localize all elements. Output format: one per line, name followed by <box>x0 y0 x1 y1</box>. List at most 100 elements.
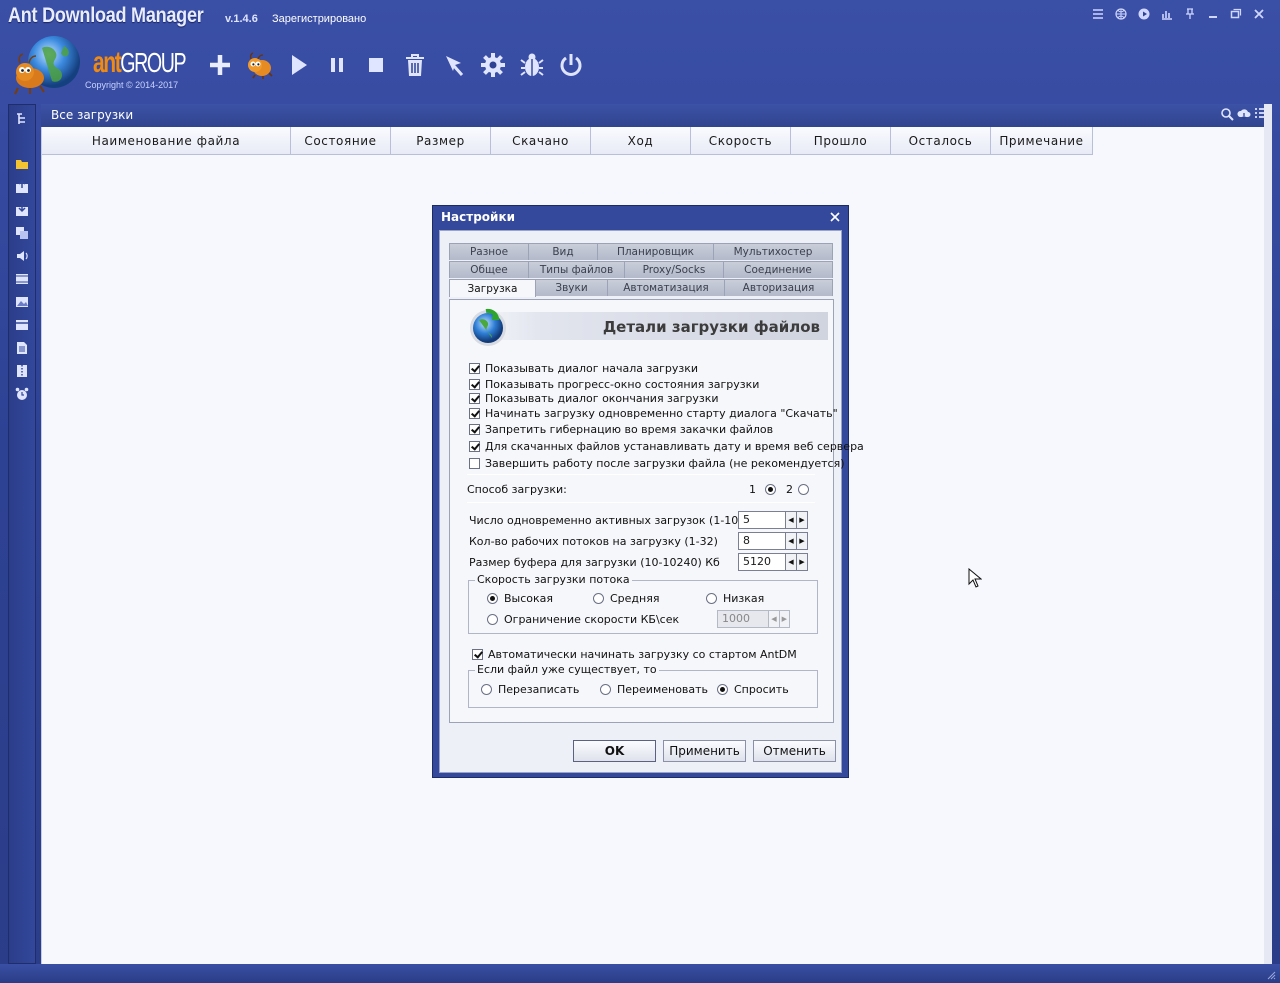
pin-icon[interactable] <box>1178 5 1201 23</box>
checkbox[interactable] <box>469 407 480 419</box>
box-down-icon[interactable] <box>13 201 31 219</box>
speed-limit-stepper[interactable]: 1000 ◀ ▶ <box>717 610 791 628</box>
active-downloads-value[interactable]: 5 <box>738 511 786 529</box>
checkbox[interactable] <box>472 648 483 660</box>
ant-mascot-button[interactable] <box>239 45 278 85</box>
document-icon[interactable] <box>13 339 31 357</box>
delete-button[interactable] <box>395 45 434 85</box>
column-status[interactable]: Состояние <box>291 127 391 155</box>
method-option-1[interactable]: 1 <box>749 483 782 496</box>
column-downloaded[interactable]: Скачано <box>491 127 591 155</box>
option-show-progress-window[interactable]: Показывать прогресс-окно состояния загру… <box>469 377 759 391</box>
option-start-with-dialog[interactable]: Начинать загрузку одновременно старту ди… <box>469 406 838 420</box>
column-remaining[interactable]: Осталось <box>891 127 991 155</box>
chart-icon[interactable] <box>1155 5 1178 23</box>
tab-sounds[interactable]: Звуки <box>535 279 608 296</box>
tab-view[interactable]: Вид <box>528 243 598 260</box>
add-download-button[interactable] <box>200 45 239 85</box>
checkbox[interactable] <box>469 378 480 390</box>
checkbox[interactable] <box>469 362 480 374</box>
box-up-icon[interactable] <box>13 178 31 196</box>
increment-arrow-icon[interactable]: ▶ <box>797 553 808 571</box>
settings-button[interactable] <box>473 45 512 85</box>
image-icon[interactable] <box>13 293 31 311</box>
bug-button[interactable] <box>512 45 551 85</box>
restore-icon[interactable] <box>1224 5 1247 23</box>
copy-icon[interactable] <box>13 224 31 242</box>
tab-multihoster[interactable]: Мультихостер <box>713 243 833 260</box>
tree-icon[interactable] <box>13 110 31 128</box>
decrement-arrow-icon[interactable]: ◀ <box>786 553 797 571</box>
film-icon[interactable] <box>13 316 31 334</box>
pause-button[interactable] <box>317 45 356 85</box>
cursor-tool-button[interactable] <box>434 45 473 85</box>
radio[interactable] <box>798 484 809 495</box>
tab-file-types[interactable]: Типы файлов <box>528 261 625 278</box>
video-icon[interactable] <box>13 270 31 288</box>
ask-option[interactable]: Спросить <box>717 683 789 696</box>
column-progress[interactable]: Ход <box>591 127 691 155</box>
option-show-finish-dialog[interactable]: Показывать диалог окончания загрузки <box>469 391 719 405</box>
power-button[interactable] <box>551 45 590 85</box>
decrement-arrow-icon[interactable]: ◀ <box>769 610 780 628</box>
radio[interactable] <box>487 614 498 625</box>
minimize-icon[interactable] <box>1201 5 1224 23</box>
buffer-size-value[interactable]: 5120 <box>738 553 786 571</box>
search-icon[interactable] <box>1220 107 1234 121</box>
threads-value[interactable]: 8 <box>738 532 786 550</box>
option-show-start-dialog[interactable]: Показывать диалог начала загрузки <box>469 361 698 375</box>
option-shutdown-after[interactable]: Завершить работу после загрузки файла (н… <box>469 456 844 470</box>
tab-scheduler[interactable]: Планировщик <box>597 243 714 260</box>
globe-icon[interactable] <box>1109 5 1132 23</box>
alarm-clock-icon[interactable] <box>13 385 31 403</box>
column-elapsed[interactable]: Прошло <box>791 127 891 155</box>
play-circle-icon[interactable] <box>1132 5 1155 23</box>
speed-low-option[interactable]: Низкая <box>706 592 764 605</box>
radio[interactable] <box>481 684 492 695</box>
cancel-button[interactable]: Отменить <box>753 740 836 762</box>
tab-general[interactable]: Общее <box>449 261 529 278</box>
checkbox[interactable] <box>469 423 480 435</box>
option-autostart[interactable]: Автоматически начинать загрузку со старт… <box>472 647 797 661</box>
cloud-download-icon[interactable] <box>1237 107 1251 121</box>
overwrite-option[interactable]: Перезаписать <box>481 683 579 696</box>
tab-authorization[interactable]: Авторизация <box>724 279 833 296</box>
buffer-size-stepper[interactable]: 5120 ◀ ▶ <box>738 553 816 571</box>
tab-download[interactable]: Загрузка <box>449 279 536 297</box>
checkbox[interactable] <box>469 440 480 452</box>
stop-button[interactable] <box>356 45 395 85</box>
method-option-2[interactable]: 2 <box>786 483 815 496</box>
archive-icon[interactable] <box>13 362 31 380</box>
increment-arrow-icon[interactable]: ▶ <box>797 511 808 529</box>
radio[interactable] <box>706 593 717 604</box>
active-downloads-stepper[interactable]: 5 ◀ ▶ <box>738 511 816 529</box>
audio-icon[interactable] <box>13 247 31 265</box>
start-button[interactable] <box>278 45 317 85</box>
speed-medium-option[interactable]: Средняя <box>593 592 659 605</box>
vertical-scrollbar[interactable] <box>1264 104 1272 964</box>
decrement-arrow-icon[interactable]: ◀ <box>786 532 797 550</box>
column-size[interactable]: Размер <box>391 127 491 155</box>
menu-icon[interactable] <box>1086 5 1109 23</box>
tab-connection[interactable]: Соединение <box>723 261 833 278</box>
speed-high-option[interactable]: Высокая <box>487 592 553 605</box>
checkbox[interactable] <box>469 392 480 404</box>
column-speed[interactable]: Скорость <box>691 127 791 155</box>
increment-arrow-icon[interactable]: ▶ <box>797 532 808 550</box>
tab-misc[interactable]: Разное <box>449 243 529 260</box>
radio[interactable] <box>487 593 498 604</box>
radio[interactable] <box>765 484 776 495</box>
option-prevent-hibernation[interactable]: Запретить гибернацию во время закачки фа… <box>469 422 773 436</box>
rename-option[interactable]: Переименовать <box>600 683 708 696</box>
radio[interactable] <box>600 684 611 695</box>
column-note[interactable]: Примечание <box>991 127 1093 155</box>
tab-proxy[interactable]: Proxy/Socks <box>624 261 724 278</box>
dialog-close-icon[interactable] <box>828 210 842 224</box>
radio[interactable] <box>717 684 728 695</box>
checkbox[interactable] <box>469 457 480 469</box>
radio[interactable] <box>593 593 604 604</box>
increment-arrow-icon[interactable]: ▶ <box>779 610 791 628</box>
threads-stepper[interactable]: 8 ◀ ▶ <box>738 532 816 550</box>
tab-automation[interactable]: Автоматизация <box>607 279 725 296</box>
column-filename[interactable]: Наименование файла <box>42 127 291 155</box>
